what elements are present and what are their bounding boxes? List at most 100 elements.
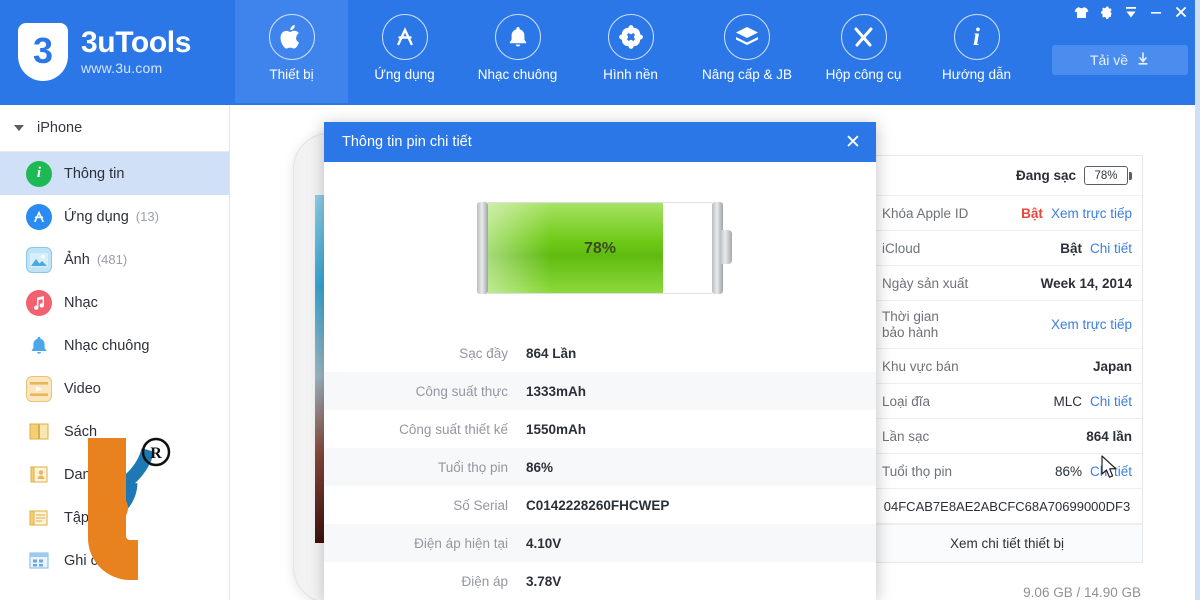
sidebar-label: Video [64,380,101,397]
sidebar-item-photos[interactable]: Ảnh (481) [0,238,229,281]
battery-detail-rows: Sạc đầy 864 Lần Công suất thực 1333mAh C… [324,334,876,600]
row-value: 3.78V [526,573,562,589]
settings-gear-icon[interactable] [1095,2,1117,22]
nav-item-devices[interactable]: Thiết bị [235,0,348,103]
row-label: Công suất thiết kế [399,421,508,437]
sidebar-label: Nhạc chuông [64,337,150,354]
row-label: Công suất thực [415,383,508,399]
sidebar-item-info[interactable]: i Thông tin [0,152,229,195]
appstore-icon [381,14,428,60]
row-value: 1333mAh [526,383,587,399]
info-row-manufacture-date: Ngày sản xuất Week 14, 2014 [872,266,1142,301]
identifier-value: 04FCAB7E8AE2ABCFC68A70699000DF3 [883,498,1131,514]
battery-row-actual-capacity: Công suất thực 1333mAh [324,372,876,410]
info-row-apple-id-lock: Khóa Apple ID Bật Xem trực tiếp [872,196,1142,231]
battery-row-battery-life: Tuổi thọ pin 86% [324,448,876,486]
minimize-to-tray-icon[interactable] [1120,2,1142,22]
appstore-icon [26,203,52,230]
battery-row-design-capacity: Công suất thiết kế 1550mAh [324,410,876,448]
sidebar-label: Ứng dụng [64,208,129,225]
nav-label: Hình nền [603,67,658,82]
battery-terminal [721,230,732,264]
nav-item-toolbox[interactable]: Hộp công cụ [807,0,920,103]
dialog-title: Thông tin pin chi tiết [342,134,472,150]
info-link[interactable]: Xem trực tiếp [1051,317,1132,332]
row-value: 864 Lần [526,345,577,361]
notes-icon [26,548,52,574]
info-row-charge-count: Lần sạc 864 lần [872,419,1142,454]
sidebar-count: (13) [135,209,159,224]
close-icon[interactable]: ✕ [840,129,866,155]
sidebar-item-music[interactable]: Nhạc [0,281,229,324]
info-link[interactable]: Chi tiết [1090,394,1132,409]
music-note-icon [26,289,52,316]
battery-graphic: 78% [324,162,876,334]
mouse-cursor [1101,455,1119,486]
row-label: Số Serial [453,497,508,513]
nav-label: Nâng cấp & JB [701,67,793,82]
tools-icon [840,14,887,60]
storage-summary: 9.06 GB / 14.90 GB [871,585,1143,600]
chevron-down-icon [14,125,24,131]
apple-icon [268,14,315,60]
files-icon [26,505,52,531]
sidebar-item-apps[interactable]: Ứng dụng (13) [0,195,229,238]
nav-label: Thiết bị [269,67,314,82]
nav-label: Nhạc chuông [477,67,558,82]
info-row-identifier: 04FCAB7E8AE2ABCFC68A70699000DF3 [872,489,1142,524]
nav-label: Hộp công cụ [825,67,902,82]
battery-rail-left [477,202,488,294]
download-button[interactable]: Tải về [1052,45,1188,75]
view-device-details-button[interactable]: Xem chi tiết thiết bị [872,524,1142,562]
nav-item-apps[interactable]: Ứng dụng [348,0,461,103]
info-link[interactable]: Xem trực tiếp [1051,206,1132,221]
sidebar-item-files[interactable]: Tập tin [0,496,229,539]
row-label: Điện áp [461,573,508,589]
logo-text: 3uTools www.3u.com [81,27,191,76]
battery-row-full-charges: Sạc đầy 864 Lần [324,334,876,372]
battery-inner: 78% [488,202,712,294]
close-icon[interactable] [1170,2,1192,22]
info-row-sales-region: Khu vực bán Japan [872,349,1142,384]
download-button-label: Tải về [1089,52,1129,68]
sidebar-label: Thông tin [64,165,125,182]
sidebar-label: Tập tin [64,509,109,526]
row-value: 1550mAh [526,421,587,437]
info-icon: i [953,14,1000,60]
device-info-panel: Đang sạc 78% Khóa Apple ID Bật Xem trực … [871,155,1143,563]
sidebar-item-books[interactable]: Sách [0,410,229,453]
sidebar-item-notes[interactable]: Ghi chú [0,539,229,582]
nav-item-flash-jb[interactable]: Nâng cấp & JB [687,0,807,103]
sidebar-item-contacts[interactable]: Danh bạ [0,453,229,496]
info-label: Loại đĩa [882,393,931,409]
sidebar-item-video[interactable]: Video [0,367,229,410]
sidebar-label: Sách [64,423,98,440]
info-value: MLC [1053,393,1082,409]
nav-item-guide[interactable]: i Hướng dẫn [920,0,1033,103]
sidebar-label: Ảnh [64,251,90,268]
info-label: Khu vực bán [882,358,959,374]
flower-icon [607,14,654,60]
info-label: Lần sạc [882,428,930,444]
main-nav: Thiết bị Ứng dụng Nhạc chuông Hình nền N… [235,0,1033,103]
book-icon [26,419,52,445]
nav-item-wallpapers[interactable]: Hình nền [574,0,687,103]
info-label: Tuổi thọ pin [882,463,953,479]
charging-status-row: Đang sạc 78% [872,156,1142,196]
minimize-icon[interactable] [1145,2,1167,22]
sidebar-item-ringtones[interactable]: Nhạc chuông [0,324,229,367]
info-value: 86% [1054,463,1082,479]
info-label: Thời gian bảo hành [882,308,939,340]
video-icon [26,375,52,402]
info-row-disk-type: Loại đĩa MLC Chi tiết [872,384,1142,419]
battery-row-serial: Số Serial C0142228260FHCWEP [324,486,876,524]
photo-icon [26,246,52,273]
device-selector[interactable]: iPhone [0,105,229,152]
nav-item-ringtones[interactable]: Nhạc chuông [461,0,574,103]
info-link[interactable]: Chi tiết [1090,241,1132,256]
info-circle-icon: i [26,160,52,187]
skin-icon[interactable] [1070,2,1092,22]
storage-text: 9.06 GB / 14.90 GB [1023,585,1141,600]
title-bar: 3 3uTools www.3u.com Thiết bị Ứng dụng N… [0,0,1200,105]
battery-badge-value: 78% [1084,166,1128,185]
